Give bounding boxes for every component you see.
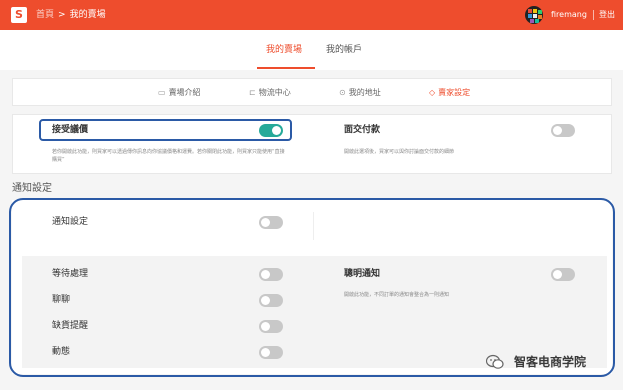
active-tab-indicator [257,67,315,69]
meetup-payment-title: 面交付款 [344,125,381,135]
seller-subnav: ▭ 賣場介紹 ⊏ 物流中心 ⊙ 我的地址 ◇ 賣家設定 [12,78,612,106]
breadcrumb-current: 我的賣場 [69,10,106,20]
notification-section-title: 通知設定 [12,183,52,194]
avatar[interactable] [525,6,543,24]
wechat-icon [486,354,504,369]
subnav-label: 賣家設定 [438,88,471,97]
meetup-payment-desc: 開啟此選項後，買家可以與你討論面交付款的細節 [344,149,455,155]
subnav-shop-intro[interactable]: ▭ 賣場介紹 [158,87,201,98]
breadcrumb: 首頁 > 我的賣場 [36,9,106,21]
breadcrumb-home[interactable]: 首頁 [36,10,54,20]
shop-icon: ▭ [158,88,166,97]
subnav-seller-settings[interactable]: ◇ 賣家設定 [429,87,470,98]
tag-icon: ◇ [429,88,436,97]
header-divider [593,10,594,20]
watermark-text: 智客电商学院 [514,355,587,369]
truck-icon: ⊏ [249,88,256,97]
tab-bar: 我的賣場 我的帳戶 [0,30,623,70]
top-bar: S 首頁 > 我的賣場 firemang 登出 [0,0,623,30]
subnav-label: 物流中心 [258,88,291,97]
highlight-box-notifications [9,198,615,377]
subnav-label: 我的地址 [348,88,381,97]
location-pin-icon: ⊙ [339,88,346,97]
highlight-box-accept-offer [39,119,292,141]
meetup-payment-toggle[interactable] [551,124,575,137]
shopee-logo-icon[interactable]: S [11,7,27,23]
subnav-logistics[interactable]: ⊏ 物流中心 [249,87,291,98]
username[interactable]: firemang [551,9,587,21]
tab-my-store[interactable]: 我的賣場 [266,43,302,57]
accept-offer-desc: 若你開啟此功能，則買家可以透過傳你訊息向你協議價格和運費。若你關閉此功能，則買家… [52,149,285,163]
tab-my-account[interactable]: 我的帳戶 [326,43,362,57]
logout-link[interactable]: 登出 [599,9,615,21]
breadcrumb-separator: > [58,10,66,20]
subnav-label: 賣場介紹 [168,88,201,97]
subnav-my-address[interactable]: ⊙ 我的地址 [339,87,381,98]
